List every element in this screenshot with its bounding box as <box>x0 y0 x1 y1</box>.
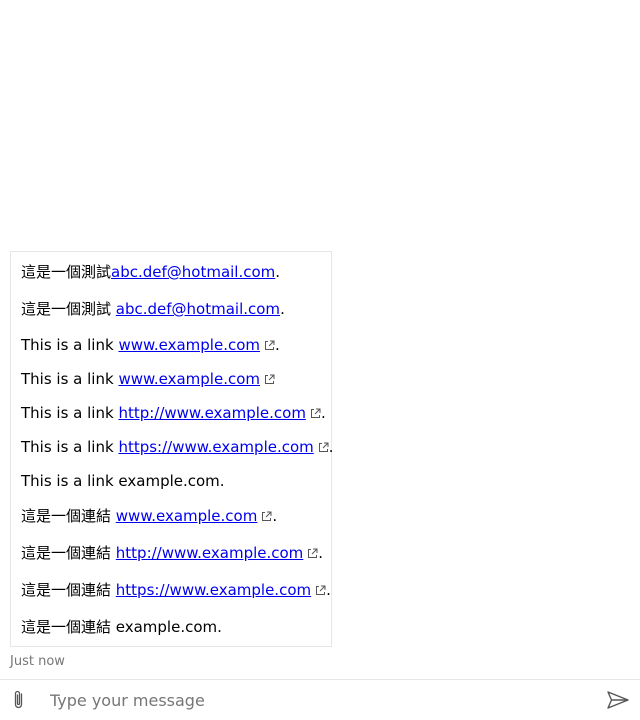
line-text: This is a link <box>21 336 119 354</box>
message-bubble: 這是一個測試abc.def@hotmail.com. 這是一個測試 abc.de… <box>10 251 334 647</box>
line-text: This is a link <box>21 438 119 456</box>
chat-window: 這是一個測試abc.def@hotmail.com. 這是一個測試 abc.de… <box>0 0 640 720</box>
external-link-icon <box>315 585 326 596</box>
web-link[interactable]: www.example.com <box>118 370 260 388</box>
line-text: 這是一個連結 <box>21 581 116 599</box>
external-link-icon <box>307 548 318 559</box>
message-line: 這是一個測試abc.def@hotmail.com. <box>21 263 280 281</box>
web-link[interactable]: www.example.com <box>116 507 258 525</box>
external-link-icon <box>310 408 321 419</box>
line-text: . <box>318 544 324 562</box>
line-text: 這是一個測試 <box>21 300 116 318</box>
message-line: 這是一個測試 abc.def@hotmail.com. <box>21 300 285 318</box>
line-text: 這是一個連結 example.com. <box>21 618 222 636</box>
message-line: This is a link example.com. <box>21 472 225 490</box>
line-text: . <box>326 581 331 599</box>
email-link[interactable]: abc.def@hotmail.com <box>111 263 275 281</box>
line-text: . <box>275 336 280 354</box>
web-link[interactable]: https://www.example.com <box>116 581 311 599</box>
web-link[interactable]: http://www.example.com <box>118 404 306 422</box>
message-line: This is a link www.example.com <box>21 370 275 388</box>
line-text: . <box>280 300 285 318</box>
send-icon[interactable] <box>605 688 631 712</box>
transcript: 這是一個測試abc.def@hotmail.com. 這是一個測試 abc.de… <box>0 0 640 679</box>
message-line: This is a link https://www.example.com. <box>21 438 334 456</box>
paperclip-icon[interactable] <box>8 688 32 712</box>
external-link-icon <box>264 340 275 351</box>
line-text: . <box>275 263 281 281</box>
message-line: 這是一個連結 example.com. <box>21 618 222 636</box>
email-link[interactable]: abc.def@hotmail.com <box>116 300 280 318</box>
line-text: . <box>320 404 326 422</box>
line-text: . <box>328 438 334 456</box>
message-line: 這是一個連結 http://www.example.com. <box>21 544 323 562</box>
web-link[interactable]: https://www.example.com <box>118 438 313 456</box>
message-line: This is a link www.example.com. <box>21 336 280 354</box>
line-text: . <box>272 507 278 525</box>
message-input[interactable] <box>48 686 592 714</box>
external-link-icon <box>261 511 272 522</box>
line-text: 這是一個連結 <box>21 544 116 562</box>
message-line: 這是一個連結 https://www.example.com. <box>21 581 331 599</box>
web-link[interactable]: www.example.com <box>118 336 260 354</box>
message-timestamp: Just now <box>10 654 65 669</box>
external-link-icon <box>318 442 329 453</box>
message-line: 這是一個連結 www.example.com. <box>21 507 277 525</box>
line-text: 這是一個連結 <box>21 507 116 525</box>
line-text: 這是一個測試 <box>21 263 112 281</box>
message-line: This is a link http://www.example.com. <box>21 404 326 422</box>
send-box <box>0 679 640 720</box>
line-text: This is a link example.com. <box>21 472 225 490</box>
external-link-icon <box>264 374 275 385</box>
line-text: This is a link <box>21 370 119 388</box>
web-link[interactable]: http://www.example.com <box>116 544 304 562</box>
line-text: This is a link <box>21 404 119 422</box>
